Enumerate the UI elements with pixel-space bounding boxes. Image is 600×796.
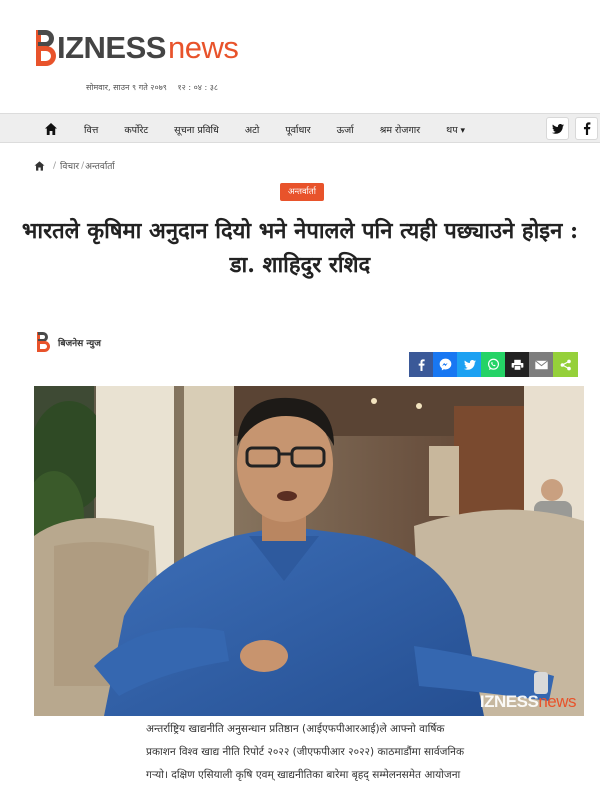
article-title: भारतले कृषिमा अनुदान दियो भने नेपालले पन… xyxy=(21,218,579,278)
share-facebook-icon[interactable] xyxy=(409,352,434,377)
share-bar xyxy=(409,352,578,377)
share-email-icon[interactable] xyxy=(529,352,554,377)
photo-watermark-bold: IZNESS xyxy=(479,692,539,711)
body-line: प्रकाशन विश्व खाद्य नीति रिपोर्ट २०२२ (ज… xyxy=(146,746,465,758)
article-photo: IZNESSnews xyxy=(34,386,584,716)
share-messenger-icon[interactable] xyxy=(433,352,458,377)
photo-illustration xyxy=(34,386,584,716)
site-logo[interactable]: IZNESS news xyxy=(34,26,239,70)
photo-watermark-light: news xyxy=(538,692,576,711)
breadcrumb-current-link[interactable]: अन्तर्वार्ता xyxy=(85,159,115,172)
body-line: अन्तर्राष्ट्रिय खाद्यनीति अनुसन्धान प्रत… xyxy=(146,723,445,735)
nav-item-auto[interactable]: अटो xyxy=(245,123,260,136)
nav-home-icon[interactable] xyxy=(44,121,58,135)
current-date: सोमवार, साउन ९ गते २०७९ xyxy=(86,83,167,92)
nav-facebook-icon[interactable] xyxy=(575,117,598,140)
share-whatsapp-icon[interactable] xyxy=(481,352,506,377)
nav-item-finance[interactable]: वित्त xyxy=(84,123,98,136)
share-more-icon[interactable] xyxy=(553,352,578,377)
breadcrumb-section-link[interactable]: विचार xyxy=(60,159,79,172)
share-twitter-icon[interactable] xyxy=(457,352,482,377)
logo-wordmark-bold: IZNESS xyxy=(57,30,166,65)
dateline: सोमवार, साउन ९ गते २०७९ १२ : ०४ : ३८ xyxy=(86,82,218,93)
author-name[interactable]: बिजनेस न्युज xyxy=(58,336,101,349)
nav-item-infrastructure[interactable]: पूर्वाधार xyxy=(285,123,310,136)
current-time: १२ : ०४ : ३८ xyxy=(177,83,219,92)
nav-item-more[interactable]: थप xyxy=(446,123,465,136)
author-avatar xyxy=(36,331,52,353)
breadcrumb-home-icon[interactable] xyxy=(34,160,45,171)
breadcrumb: / विचार / अन्तर्वार्ता xyxy=(34,159,115,172)
nav-item-labour[interactable]: श्रम रोजगार xyxy=(380,123,421,136)
logo-b-mark xyxy=(34,28,56,68)
site-header: IZNESS news सोमवार, साउन ९ गते २०७९ १२ :… xyxy=(0,0,600,112)
author-byline: बिजनेस न्युज xyxy=(36,331,101,353)
logo-wordmark-light: news xyxy=(167,30,239,65)
breadcrumb-separator: / xyxy=(53,160,57,171)
nav-item-it[interactable]: सूचना प्रविधि xyxy=(174,123,219,136)
nav-twitter-icon[interactable] xyxy=(546,117,569,140)
nav-item-energy[interactable]: ऊर्जा xyxy=(337,123,354,136)
article-body: अन्तर्राष्ट्रिय खाद्यनीति अनुसन्धान प्रत… xyxy=(146,718,584,787)
nav-items: वित्त कर्पोरेट सूचना प्रविधि अटो पूर्वाध… xyxy=(84,114,491,144)
photo-watermark: IZNESSnews xyxy=(479,692,577,712)
nav-item-corporate[interactable]: कर्पोरेट xyxy=(124,123,148,136)
main-nav: वित्त कर्पोरेट सूचना प्रविधि अटो पूर्वाध… xyxy=(0,113,600,143)
category-badge[interactable]: अन्तर्वार्ता xyxy=(280,183,324,201)
breadcrumb-separator: / xyxy=(81,160,85,171)
body-line: गर्‍यो। दक्षिण एसियाली कृषि एवम् खाद्यनी… xyxy=(146,769,461,781)
share-print-icon[interactable] xyxy=(505,352,530,377)
